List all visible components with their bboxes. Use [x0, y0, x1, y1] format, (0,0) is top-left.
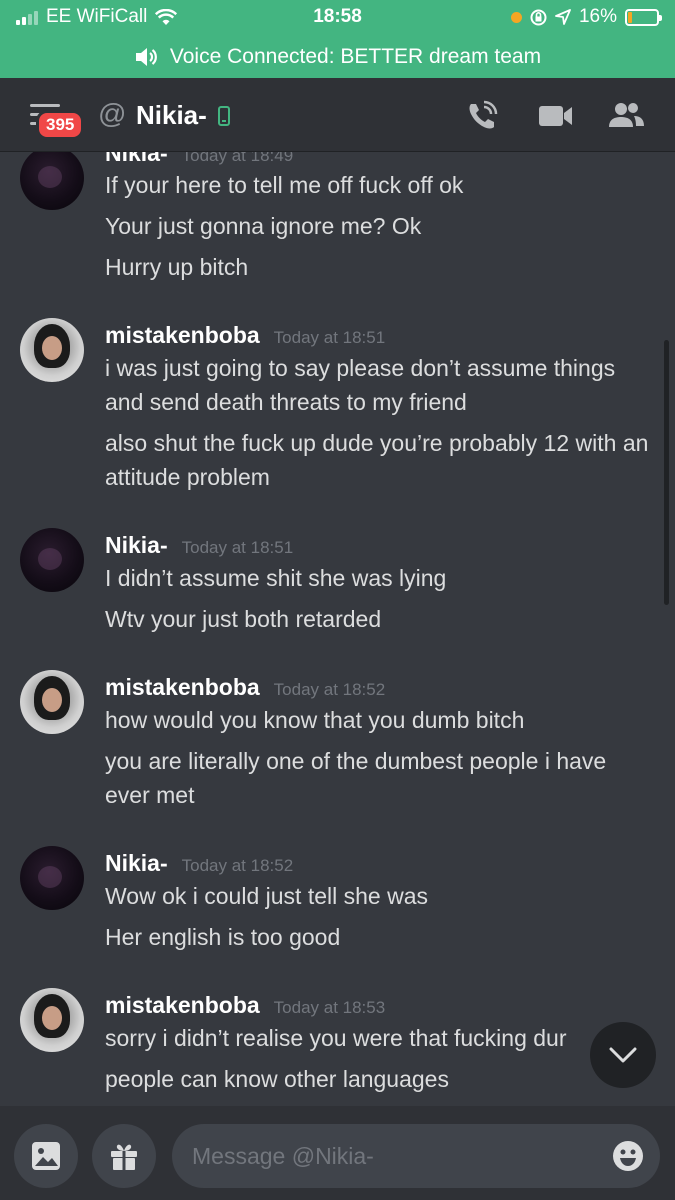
username[interactable]: mistakenboba: [105, 992, 260, 1019]
speaker-icon: [135, 48, 157, 66]
battery-percent: 16%: [578, 6, 617, 27]
message-text: people can know other languages: [105, 1066, 449, 1092]
channel-title[interactable]: Nikia-: [136, 100, 207, 131]
timestamp: Today at 18:51: [273, 328, 386, 347]
unread-badge: 395: [36, 110, 85, 140]
avatar[interactable]: [20, 670, 84, 734]
location-icon: [555, 9, 571, 25]
message-input[interactable]: [192, 1124, 592, 1188]
message-text: Her english is too good: [105, 924, 341, 950]
message-text: also shut the fuck up dude you’re probab…: [105, 430, 649, 490]
composer-bar: [0, 1106, 675, 1200]
avatar[interactable]: [20, 152, 84, 210]
avatar[interactable]: [20, 528, 84, 592]
timestamp: Today at 18:49: [181, 152, 294, 165]
message-text: Hurry up bitch: [105, 254, 249, 280]
emoji-icon[interactable]: [612, 1140, 644, 1172]
at-icon: @: [98, 98, 127, 129]
status-bar: EE WiFiCall 18:58 16%: [0, 0, 675, 36]
username[interactable]: Nikia-: [105, 850, 168, 877]
message-text: sorry i didn’t realise you were that fuc…: [105, 1025, 567, 1051]
message-text: you are literally one of the dumbest peo…: [105, 748, 607, 808]
scrollbar[interactable]: [664, 340, 669, 605]
video-icon[interactable]: [536, 96, 576, 136]
chevron-down-icon: [609, 1047, 637, 1063]
battery-icon: [625, 8, 662, 26]
gift-button[interactable]: [92, 1124, 156, 1188]
timestamp: Today at 18:52: [181, 856, 294, 875]
recording-dot-icon: [510, 11, 522, 23]
status-right: 16%: [510, 6, 662, 28]
message-text: I didn’t assume shit she was lying: [105, 565, 447, 591]
members-icon[interactable]: [606, 96, 646, 136]
message-list[interactable]: Nikia- Today at 18:49 If your here to te…: [0, 152, 675, 1106]
mobile-icon: [218, 106, 230, 126]
gift-icon: [111, 1144, 137, 1170]
timestamp: Today at 18:52: [273, 680, 386, 699]
username[interactable]: mistakenboba: [105, 322, 260, 349]
avatar[interactable]: [20, 846, 84, 910]
avatar[interactable]: [20, 318, 84, 382]
channel-header: 395 @ Nikia-: [0, 78, 675, 152]
message-text: If your here to tell me off fuck off ok: [105, 172, 464, 198]
orientation-lock-icon: [530, 9, 547, 25]
image-icon: [32, 1142, 60, 1170]
username[interactable]: Nikia-: [105, 532, 168, 559]
message-text: i was just going to say please don’t ass…: [105, 355, 616, 415]
call-icon[interactable]: [462, 96, 502, 136]
message-text: Your just gonna ignore me? Ok: [105, 213, 422, 239]
timestamp: Today at 18:53: [273, 998, 386, 1017]
message-input-container[interactable]: [172, 1124, 660, 1188]
timestamp: Today at 18:51: [181, 538, 294, 557]
attach-image-button[interactable]: [14, 1124, 78, 1188]
message-text: how would you know that you dumb bitch: [105, 707, 525, 733]
voice-connected-label: Voice Connected: BETTER dream team: [169, 45, 542, 68]
jump-to-present-button[interactable]: [590, 1022, 656, 1088]
username[interactable]: mistakenboba: [105, 674, 260, 701]
avatar[interactable]: [20, 988, 84, 1052]
message-text: Wow ok i could just tell she was: [105, 883, 428, 909]
message-text: Wtv your just both retarded: [105, 606, 382, 632]
voice-connected-bar[interactable]: Voice Connected: BETTER dream team: [0, 36, 675, 78]
username[interactable]: Nikia-: [105, 152, 168, 167]
